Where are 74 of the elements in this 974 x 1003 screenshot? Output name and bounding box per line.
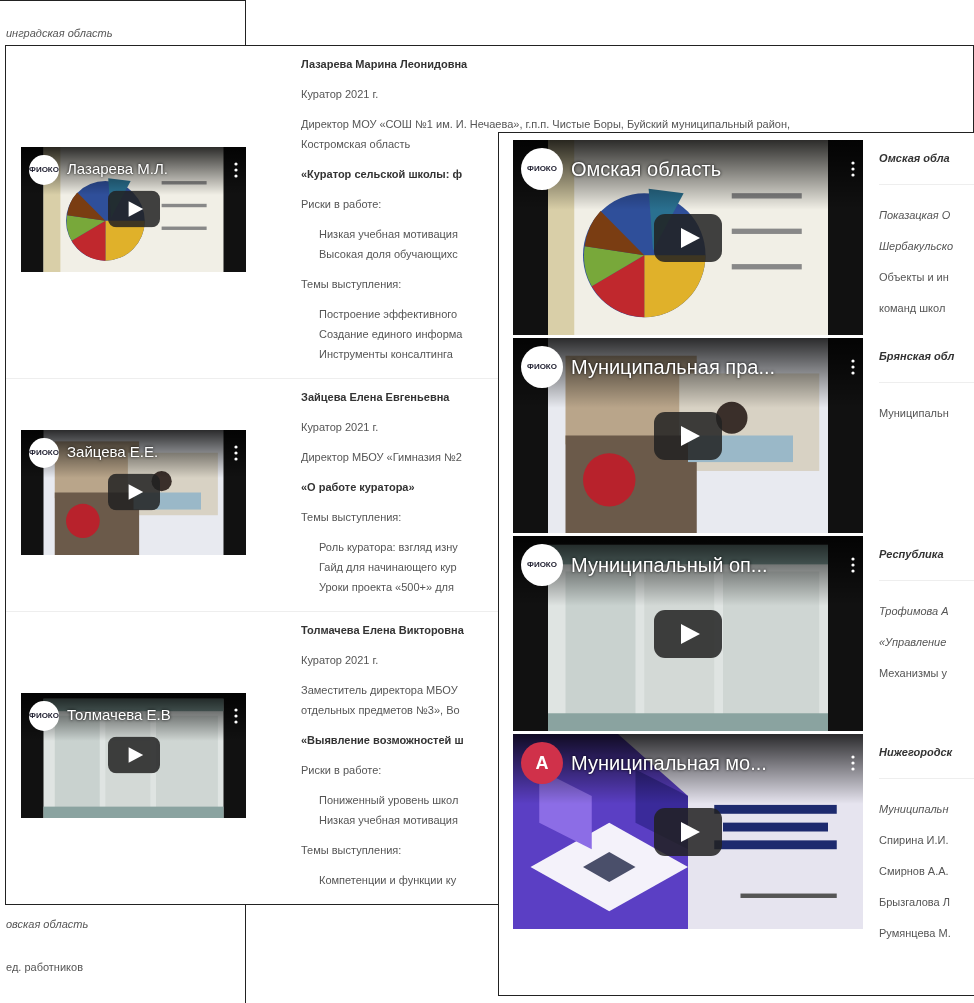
section-heading: Риски в работе:	[301, 763, 383, 778]
list-item: Создание единого информа	[319, 327, 463, 342]
text-line: команд школ	[879, 301, 947, 316]
text-line: Смирнов А.А.	[879, 864, 950, 879]
video-title[interactable]: Муниципальный оп...	[571, 550, 843, 580]
talk-title: «Куратор сельской школы: ф	[301, 167, 463, 182]
play-button[interactable]	[654, 411, 722, 460]
more-icon[interactable]	[234, 707, 238, 724]
curator-name: Зайцева Елена Евгеньевна	[301, 390, 450, 405]
list-item: Компетенции и функции ку	[319, 873, 457, 888]
play-button[interactable]	[654, 609, 722, 658]
video-player[interactable]: ФИОКО Толмачева Е.В	[21, 692, 246, 818]
video-player[interactable]: ФИОКО Омская область	[513, 140, 863, 335]
position-text: Директор МБОУ «Гимназия №2	[301, 450, 462, 465]
section-heading: Темы выступления:	[301, 843, 403, 858]
more-icon[interactable]	[851, 161, 855, 177]
curator-role: Куратор 2021 г.	[301, 420, 379, 435]
talk-title: «О работе куратора»	[301, 480, 415, 495]
play-button[interactable]	[654, 213, 722, 262]
talk-title: «Выявление возможностей ш	[301, 733, 464, 748]
text-line: Спирина И.И.	[879, 833, 950, 848]
curator-name: Толмачева Елена Викторовна	[301, 623, 464, 638]
curator-name: Лазарева Марина Леонидовна	[301, 57, 468, 72]
region-title: Республика	[879, 536, 974, 581]
video-player[interactable]: ФИОКО Зайцева Е.Е.	[21, 429, 246, 555]
text-line: Шербакульско	[879, 239, 955, 254]
region-title: Брянская обл	[879, 338, 974, 383]
more-icon[interactable]	[234, 161, 238, 178]
video-player[interactable]: ФИОКО Муниципальный оп...	[513, 536, 863, 731]
list-item: Уроки проекта «500+» для	[319, 580, 455, 595]
video-title[interactable]: Муниципальная пра...	[571, 352, 843, 382]
section-heading: Темы выступления:	[301, 510, 403, 525]
video-title[interactable]: Лазарева М.Л.	[67, 158, 226, 181]
text-line: инградская область	[6, 26, 114, 41]
list-item: Низкая учебная мотивация	[319, 813, 459, 828]
list-item: Пониженный уровень школ	[319, 793, 459, 808]
list-item: Инструменты консалтинга	[319, 347, 454, 362]
list-item: Низкая учебная мотивация	[319, 227, 458, 242]
list-item: Гайд для начинающего кур	[319, 560, 458, 575]
curator-role: Куратор 2021 г.	[301, 87, 379, 102]
text-line: Объекты и ин	[879, 270, 950, 285]
section-heading: Темы выступления:	[301, 277, 403, 292]
list-item: Роль куратора: взгляд изну	[319, 540, 458, 555]
position-text: Директор МОУ «СОШ №1 им. И. Нечаева», г.п.п. Чистые Боры, Буйский муниципальный район,	[301, 117, 791, 132]
text-line: Муниципальн	[879, 406, 950, 421]
text-line: Муниципальн	[879, 802, 950, 817]
position-text: Костромская область	[301, 137, 412, 152]
text-line: Трофимова А	[879, 604, 950, 619]
text-line: Механизмы у	[879, 666, 948, 681]
video-title[interactable]: Толмачева Е.В	[67, 704, 226, 727]
play-button[interactable]	[654, 807, 722, 856]
video-title[interactable]: Омская область	[571, 154, 843, 184]
list-item: Высокая доля обучающихс	[319, 247, 458, 262]
more-icon[interactable]	[851, 359, 855, 375]
text-line: Румянцева М.	[879, 926, 952, 941]
text-line: «Управление	[879, 635, 948, 650]
more-icon[interactable]	[851, 557, 855, 573]
region-title: Нижегородск	[879, 734, 974, 779]
video-title[interactable]: Зайцева Е.Е.	[67, 441, 226, 464]
video-player[interactable]: ФИОКО Муниципальная пра...	[513, 338, 863, 533]
text-line: Брызгалова Л	[879, 895, 951, 910]
region-title: Омская обла	[879, 140, 974, 185]
text-line: ед. работников	[6, 959, 84, 975]
video-player[interactable]: ФИОКО Лазарева М.Л.	[21, 146, 246, 272]
text-line: Показацкая О	[879, 208, 952, 223]
video-title[interactable]: Муниципальная мо...	[571, 748, 843, 778]
video-player[interactable]: A Муниципальная мо...	[513, 734, 863, 929]
curator-role: Куратор 2021 г.	[301, 653, 379, 668]
list-item: Построение эффективного	[319, 307, 459, 322]
more-icon[interactable]	[234, 444, 238, 461]
section-heading: Риски в работе:	[301, 197, 383, 212]
position-text: Заместитель директора МБОУ	[301, 683, 459, 698]
position-text: отдельных предметов №3», Во	[301, 703, 460, 718]
text-line: овская область	[6, 917, 90, 932]
